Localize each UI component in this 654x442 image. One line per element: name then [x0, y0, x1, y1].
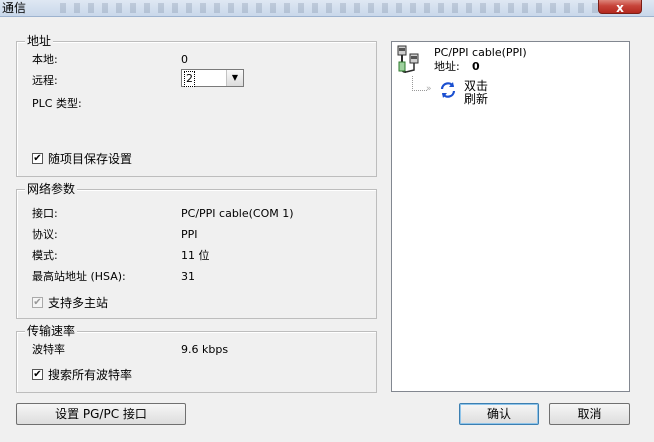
save-with-project-label: 随项目保存设置 — [48, 152, 133, 166]
interface-value: PC/PPI cable(COM 1) — [181, 207, 294, 220]
protocol-label: 协议: — [32, 228, 58, 241]
remote-address-value: 2 — [184, 71, 195, 87]
cable-name: PC/PPI cable(PPI) — [434, 46, 527, 59]
save-with-project-checkbox[interactable]: ✔ — [32, 153, 43, 164]
plc-type-label: PLC 类型: — [32, 97, 82, 110]
refresh-label-line2[interactable]: 刷新 — [464, 93, 488, 106]
search-all-baud-checkbox[interactable]: ✔ — [32, 369, 43, 380]
multi-master-checkbox[interactable]: ✔ — [32, 297, 43, 308]
remote-label: 远程: — [32, 74, 58, 87]
local-label: 本地: — [32, 53, 58, 66]
tree-address-label: 地址: — [434, 60, 460, 73]
cable-icon — [396, 44, 424, 76]
interface-label: 接口: — [32, 207, 58, 220]
window-title: 通信 — [2, 1, 27, 15]
title-bar-background — [60, 3, 620, 13]
search-all-baud-label: 搜索所有波特率 — [48, 368, 133, 382]
title-bar: 通信 x — [0, 0, 654, 17]
refresh-icon[interactable] — [438, 80, 458, 100]
hsa-label: 最高站地址 (HSA): — [32, 270, 126, 283]
cancel-button[interactable]: 取消 — [549, 403, 630, 425]
baud-rate-group: 传输速率 — [16, 324, 377, 393]
address-legend: 地址 — [25, 34, 54, 48]
network-legend: 网络参数 — [25, 182, 78, 196]
tree-address-value: 0 — [472, 60, 480, 73]
mode-label: 模式: — [32, 249, 58, 262]
local-value: 0 — [181, 53, 188, 66]
ok-button[interactable]: 确认 — [459, 403, 539, 425]
arrow-right-icon: » — [426, 84, 432, 94]
tree-connector-line — [412, 76, 427, 91]
close-button[interactable]: x — [598, 0, 642, 15]
device-tree[interactable]: PC/PPI cable(PPI) 地址: 0 » 双击 刷新 — [391, 41, 630, 392]
baud-legend: 传输速率 — [25, 324, 78, 338]
baud-rate-value: 9.6 kbps — [181, 343, 229, 356]
remote-address-select[interactable]: 2 ▼ — [181, 69, 244, 87]
set-pgpc-interface-button[interactable]: 设置 PG/PC 接口 — [16, 403, 186, 425]
baud-rate-label: 波特率 — [32, 343, 65, 356]
multi-master-label: 支持多主站 — [48, 296, 109, 310]
hsa-value: 31 — [181, 270, 195, 283]
chevron-down-icon[interactable]: ▼ — [226, 70, 243, 86]
protocol-value: PPI — [181, 228, 198, 241]
mode-value: 11 位 — [181, 249, 210, 262]
